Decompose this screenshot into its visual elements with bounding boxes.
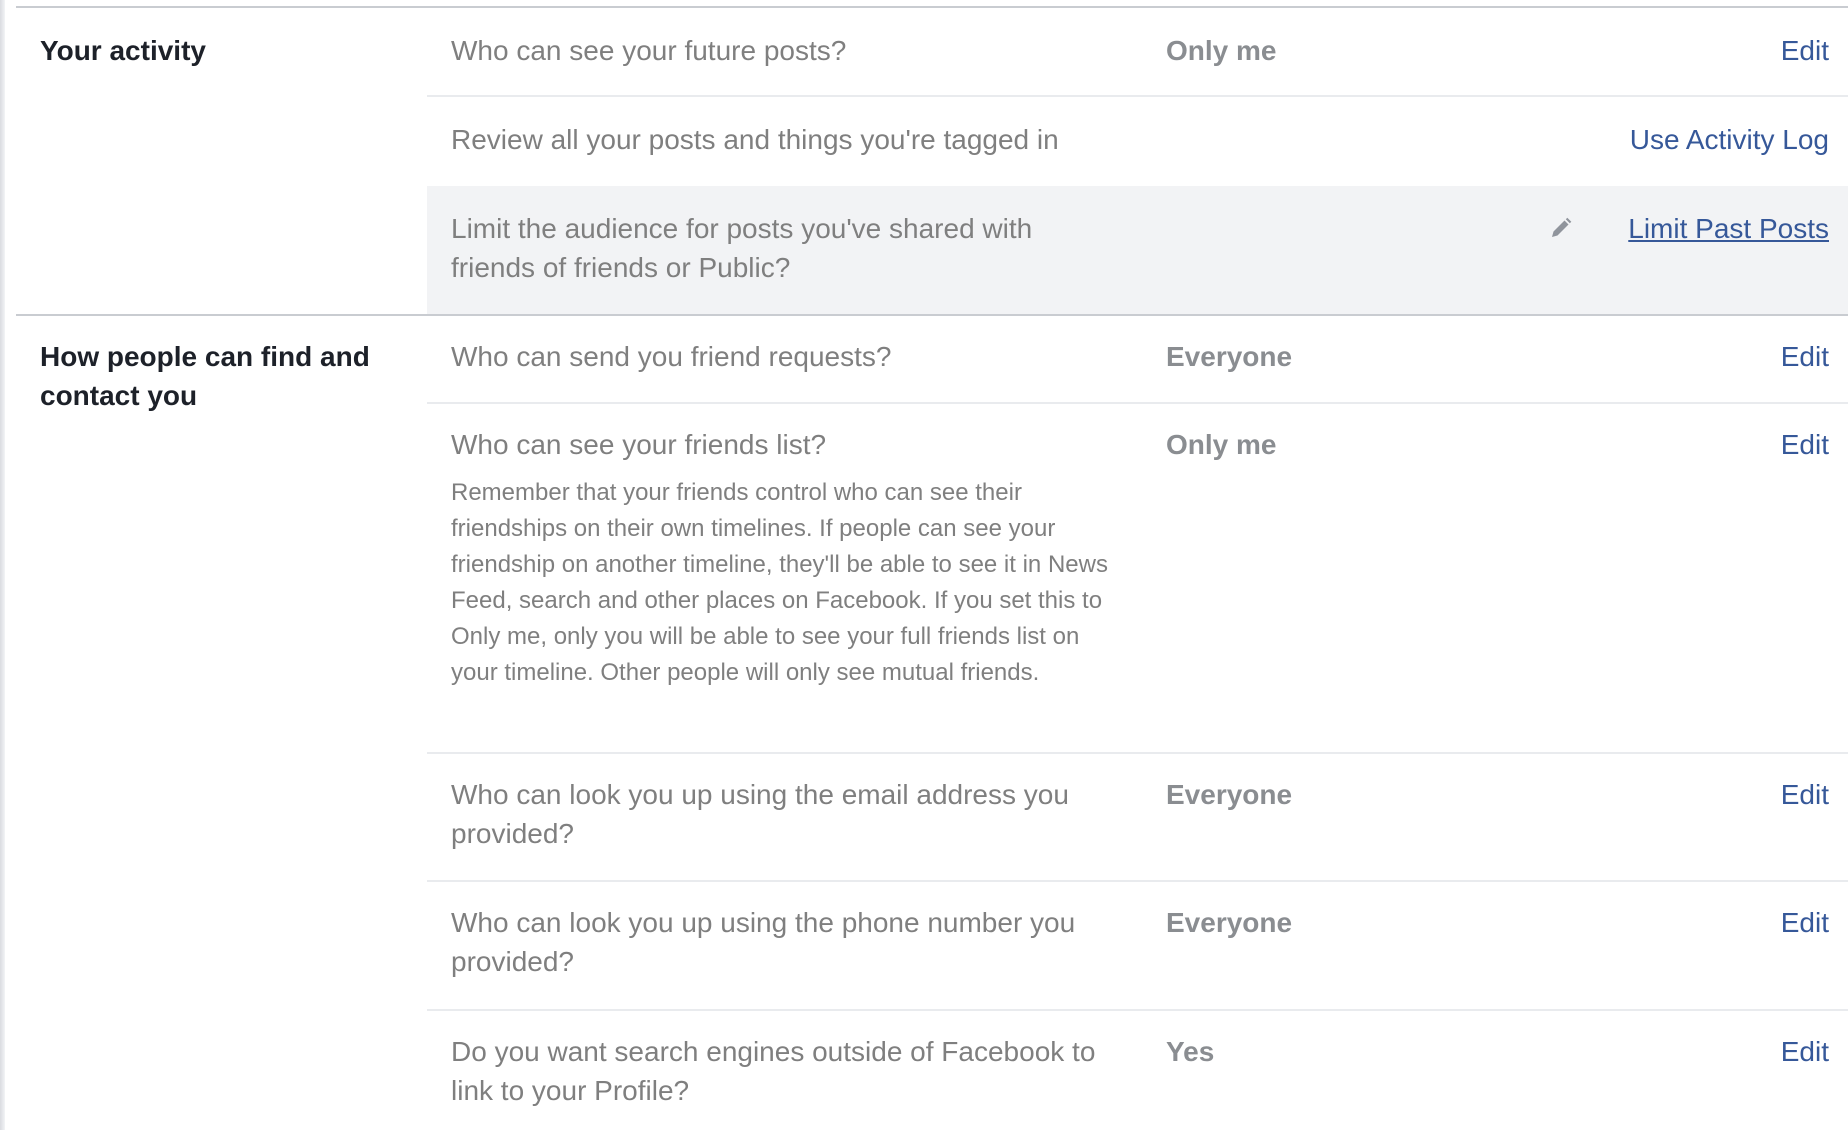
section-title: How people can find and contact you: [40, 341, 370, 411]
pencil-icon: [1552, 217, 1572, 237]
setting-row-future-posts[interactable]: Who can see your future posts? Only me E…: [427, 8, 1848, 97]
edit-link[interactable]: Edit: [1781, 775, 1829, 814]
setting-question: Who can look you up using the email addr…: [451, 779, 1069, 849]
setting-row-email-lookup[interactable]: Who can look you up using the email addr…: [427, 754, 1848, 882]
setting-value: Everyone: [1166, 341, 1293, 372]
setting-question: Do you want search engines outside of Fa…: [451, 1036, 1096, 1106]
setting-question: Who can see your friends list?: [451, 429, 827, 460]
setting-row-friend-requests[interactable]: Who can send you friend requests? Everyo…: [427, 316, 1848, 404]
section-your-activity: Your activity Who can see your future po…: [0, 8, 1848, 314]
section-find-and-contact: How people can find and contact you Who …: [0, 316, 1848, 1130]
setting-question: Limit the audience for posts you've shar…: [451, 213, 1033, 283]
setting-value: Yes: [1166, 1036, 1215, 1067]
setting-row-phone-lookup[interactable]: Who can look you up using the phone numb…: [427, 882, 1848, 1011]
edit-link[interactable]: Edit: [1781, 337, 1829, 376]
setting-value: Everyone: [1166, 779, 1293, 810]
use-activity-log-link[interactable]: Use Activity Log: [1630, 120, 1829, 159]
setting-question: Who can look you up using the phone numb…: [451, 907, 1076, 977]
section-title: Your activity: [40, 35, 206, 66]
setting-row-search-engines[interactable]: Do you want search engines outside of Fa…: [427, 1011, 1848, 1130]
edit-link[interactable]: Edit: [1781, 31, 1829, 70]
edit-link[interactable]: Edit: [1781, 425, 1829, 464]
edit-link[interactable]: Edit: [1781, 1032, 1829, 1071]
limit-past-posts-link[interactable]: Limit Past Posts: [1628, 209, 1829, 248]
setting-value: Only me: [1166, 429, 1277, 460]
privacy-settings-panel: Your activity Who can see your future po…: [0, 0, 1848, 1130]
setting-row-limit-past-posts[interactable]: Limit the audience for posts you've shar…: [427, 186, 1848, 314]
setting-value: Everyone: [1166, 907, 1293, 938]
edit-link[interactable]: Edit: [1781, 903, 1829, 942]
setting-question: Who can see your future posts?: [451, 35, 847, 66]
setting-row-friends-list[interactable]: Who can see your friends list? Remember …: [427, 404, 1848, 754]
setting-question: Who can send you friend requests?: [451, 341, 892, 372]
setting-row-activity-log[interactable]: Review all your posts and things you're …: [427, 97, 1848, 186]
setting-help-text: Remember that your friends control who c…: [451, 479, 1108, 686]
setting-question: Review all your posts and things you're …: [451, 124, 1059, 155]
setting-value: Only me: [1166, 35, 1277, 66]
